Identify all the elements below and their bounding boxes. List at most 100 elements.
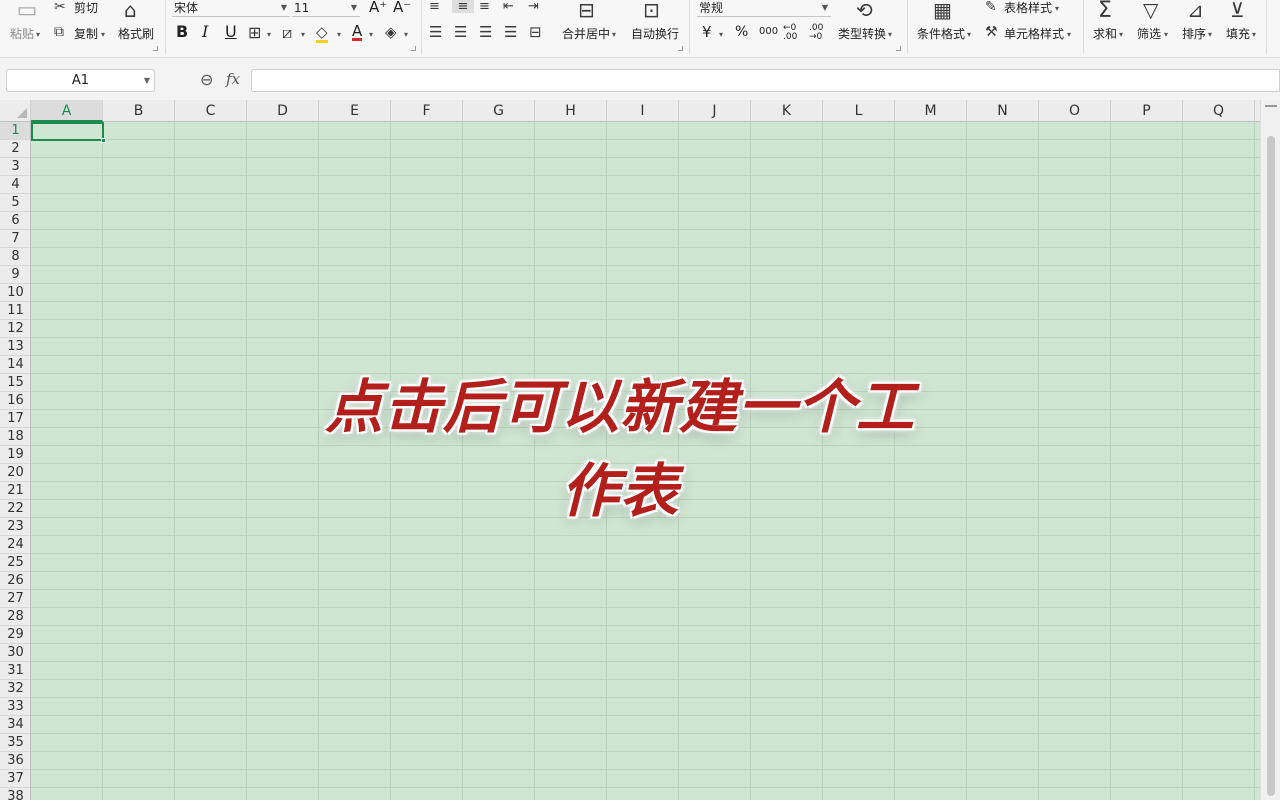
underline-button[interactable]: U [225,24,237,40]
row-header-32[interactable]: 32 [0,680,30,698]
currency-button[interactable]: ¥ [702,25,712,40]
row-header-37[interactable]: 37 [0,770,30,788]
number-format-select[interactable]: 常规 ▼ [697,0,831,17]
row-header-20[interactable]: 20 [0,464,30,482]
row-header-13[interactable]: 13 [0,338,30,356]
column-header-o[interactable]: O [1039,100,1111,122]
row-header-22[interactable]: 22 [0,500,30,518]
column-header-n[interactable]: N [967,100,1039,122]
align-bottom-icon[interactable]: ≡ [479,0,490,13]
row-header-30[interactable]: 30 [0,644,30,662]
column-header-h[interactable]: H [535,100,607,122]
cell-style-icon[interactable]: ⚒ [985,25,998,39]
sum-icon[interactable]: Σ [1098,0,1112,22]
column-header-j[interactable]: J [679,100,751,122]
column-header-i[interactable]: I [607,100,679,122]
filter-icon[interactable]: ▽ [1143,0,1158,20]
row-header-7[interactable]: 7 [0,230,30,248]
row-header-10[interactable]: 10 [0,284,30,302]
sort-icon[interactable]: ⊿ [1187,0,1204,20]
thousands-button[interactable]: 000 [759,25,778,39]
format-painter-icon[interactable]: ⌂ [124,0,137,20]
zoom-icon[interactable]: ⊖ [200,72,213,88]
fill-handle[interactable] [101,138,106,143]
scrollbar-thumb[interactable] [1267,136,1275,796]
align-middle-icon[interactable]: ≡ [452,0,474,13]
fill-button[interactable]: 填充 [1226,27,1250,41]
row-header-23[interactable]: 23 [0,518,30,536]
border-diagonal-icon[interactable]: ⧄ [282,25,292,41]
row-header-31[interactable]: 31 [0,662,30,680]
justify-icon[interactable]: ☰ [504,25,517,40]
row-header-38[interactable]: 38 [0,788,30,800]
row-header-29[interactable]: 29 [0,626,30,644]
align-center-icon[interactable]: ☰ [454,25,467,40]
type-convert-button[interactable]: 类型转换 [838,27,886,41]
sort-button[interactable]: 排序 [1182,27,1206,41]
merge-center-button[interactable]: 合并居中 [562,27,610,41]
column-header-b[interactable]: B [103,100,175,122]
wrap-icon[interactable]: ⊡ [643,0,660,20]
cut-icon[interactable]: ✂ [54,0,66,14]
bold-button[interactable]: B [176,24,188,40]
merge-icon[interactable]: ⊟ [578,0,595,20]
indent-decrease-icon[interactable]: ⇤ [503,0,514,13]
row-header-36[interactable]: 36 [0,752,30,770]
clipboard-expand-icon[interactable] [153,46,158,51]
column-header-k[interactable]: K [751,100,823,122]
sum-button[interactable]: 求和 [1093,27,1117,41]
table-style-icon[interactable]: ✎ [985,0,997,14]
font-expand-icon[interactable] [411,46,416,51]
select-all-corner[interactable] [0,100,31,122]
row-header-3[interactable]: 3 [0,158,30,176]
convert-icon[interactable]: ⟲ [856,0,873,20]
row-header-14[interactable]: 14 [0,356,30,374]
row-header-4[interactable]: 4 [0,176,30,194]
distributed-icon[interactable]: ⊟ [529,25,542,40]
row-header-12[interactable]: 12 [0,320,30,338]
cut-button[interactable]: 剪切 [74,1,98,15]
italic-button[interactable]: I [202,24,208,40]
row-header-17[interactable]: 17 [0,410,30,428]
table-style-button[interactable]: 表格样式 [1004,1,1052,15]
decrease-decimal-button[interactable]: .00 →0 [809,24,829,42]
conditional-format-icon[interactable]: ▦ [933,0,952,20]
row-header-9[interactable]: 9 [0,266,30,284]
grow-font-button[interactable]: A⁺ [369,0,387,15]
format-painter-button[interactable]: 格式刷 [118,27,154,41]
fx-button[interactable]: fx [226,72,240,87]
row-header-5[interactable]: 5 [0,194,30,212]
row-header-28[interactable]: 28 [0,608,30,626]
copy-icon[interactable]: ⧉ [54,25,64,39]
column-header-g[interactable]: G [463,100,535,122]
row-header-18[interactable]: 18 [0,428,30,446]
row-header-19[interactable]: 19 [0,446,30,464]
paste-button[interactable]: 粘贴 [10,27,34,41]
vertical-scrollbar[interactable] [1260,100,1280,800]
row-header-27[interactable]: 27 [0,590,30,608]
font-color-button[interactable]: A [352,24,363,41]
column-header-p[interactable]: P [1111,100,1183,122]
paste-icon[interactable]: ▭ [14,0,40,22]
filter-button[interactable]: 筛选 [1137,27,1161,41]
row-header-34[interactable]: 34 [0,716,30,734]
fill-down-icon[interactable]: ⊻ [1230,0,1245,20]
font-size-select[interactable]: 11 ▼ [292,0,360,17]
row-header-8[interactable]: 8 [0,248,30,266]
cell-style-button[interactable]: 单元格样式 [1004,27,1064,41]
row-header-35[interactable]: 35 [0,734,30,752]
align-right-icon[interactable]: ☰ [479,25,492,40]
indent-increase-icon[interactable]: ⇥ [528,0,539,13]
conditional-format-button[interactable]: 条件格式 [917,27,965,41]
column-header-q[interactable]: Q [1183,100,1255,122]
increase-decimal-button[interactable]: ←0 .00 [783,24,803,42]
number-expand-icon[interactable] [896,46,901,51]
alignment-expand-icon[interactable] [678,46,683,51]
row-header-1[interactable]: 1 [0,122,30,140]
align-top-icon[interactable]: ≡ [429,0,440,13]
column-header-a[interactable]: A [31,100,103,122]
column-header-l[interactable]: L [823,100,895,122]
row-header-33[interactable]: 33 [0,698,30,716]
row-header-11[interactable]: 11 [0,302,30,320]
row-header-6[interactable]: 6 [0,212,30,230]
